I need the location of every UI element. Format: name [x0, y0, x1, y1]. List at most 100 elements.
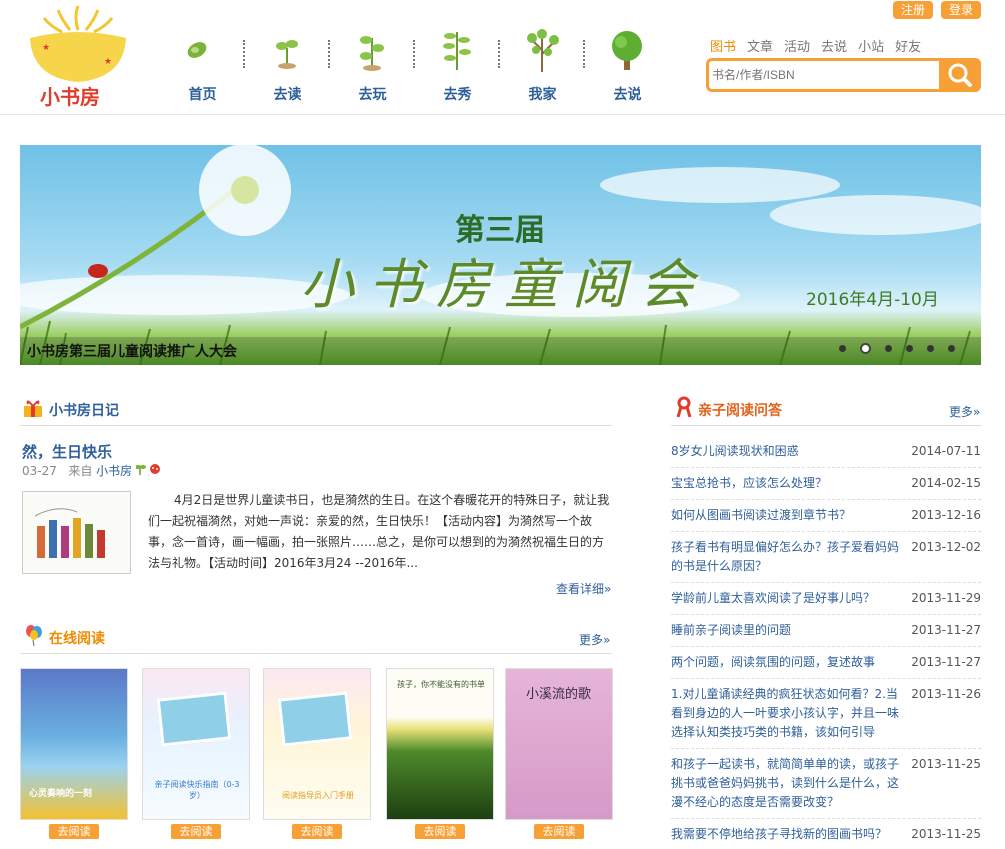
login-button[interactable]: 登录	[940, 1, 981, 19]
book-cover[interactable]: 亲子阅读快乐指南（0-3岁）	[142, 668, 250, 820]
qa-row: 和孩子一起读书，就简简单单的读，或孩子挑书或爸爸妈妈挑书，读到什么是什么，这漫不…	[671, 749, 981, 819]
carousel-dot[interactable]	[906, 345, 913, 352]
sprout-icon	[276, 40, 298, 69]
book-item[interactable]: 心灵奏响的一刻 去阅读	[20, 668, 128, 839]
qa-more-link[interactable]: 更多»	[949, 403, 980, 420]
nav-talk[interactable]: 去说	[585, 28, 670, 104]
seedling-icon	[360, 36, 384, 71]
search-button[interactable]	[939, 58, 981, 92]
diary-author[interactable]: 小书房	[96, 464, 132, 478]
qa-question[interactable]: 两个问题，阅读氛围的问题，复述故事	[671, 653, 909, 672]
banner-date: 2016年4月-10月	[806, 290, 939, 310]
account-buttons: 注册 登录	[892, 1, 981, 19]
diary-date: 03-27	[22, 464, 57, 478]
nav-read[interactable]: 去读	[245, 28, 330, 104]
qa-row: 8岁女儿阅读现状和困惑 2014-07-11	[671, 436, 981, 468]
qa-row: 孩子看书有明显偏好怎么办？孩子爱看妈妈的书是什么原因？ 2013-12-02	[671, 532, 981, 583]
qa-date: 2013-12-02	[911, 540, 981, 554]
nav-talk-label: 去说	[613, 87, 642, 103]
qa-row: 如何从图画书阅读过渡到章节书？ 2013-12-16	[671, 500, 981, 532]
search-tab-stations[interactable]: 小站	[858, 36, 884, 55]
carousel-dot[interactable]	[860, 343, 871, 354]
qa-question[interactable]: 1.对儿童诵读经典的疯狂状态如何看？2.当看到身边的人一叶要求小孩认字，并且一味…	[671, 685, 909, 742]
nav-show[interactable]: 去秀	[415, 28, 500, 104]
carousel-dots	[839, 343, 955, 354]
read-button[interactable]: 去阅读	[171, 824, 221, 839]
book-item[interactable]: 阅读指导员入门手册 去阅读	[263, 668, 371, 839]
qa-row: 两个问题，阅读氛围的问题，复述故事 2013-11-27	[671, 647, 981, 679]
plant-icon	[443, 32, 471, 70]
book-cover[interactable]: 心灵奏响的一刻	[20, 668, 128, 820]
sprout-badge-icon	[135, 464, 161, 475]
qa-date: 2013-11-25	[911, 757, 981, 771]
qa-date: 2013-11-25	[911, 827, 981, 841]
qa-date: 2013-12-16	[911, 508, 981, 522]
qa-date: 2014-07-11	[911, 444, 981, 458]
carousel-dot[interactable]	[839, 345, 846, 352]
ribbon-icon	[676, 396, 692, 418]
qa-date: 2013-11-27	[911, 623, 981, 637]
book-cover-title: 孩子，你不能没有的书单	[397, 680, 485, 689]
nav-play[interactable]: 去玩	[330, 28, 415, 104]
qa-row: 宝宝总抢书，应该怎么处理？ 2014-02-15	[671, 468, 981, 500]
search-tab-books[interactable]: 图书	[710, 36, 736, 66]
drawing-image	[34, 508, 105, 558]
book-item[interactable]: 孩子，你不能没有的书单 去阅读	[386, 668, 494, 839]
nav-home-label: 首页	[188, 87, 217, 103]
read-button[interactable]: 去阅读	[415, 824, 465, 839]
search-tab-activities[interactable]: 活动	[784, 36, 810, 55]
banner-caption-text[interactable]: 小书房第三届儿童阅读推广人大会	[27, 341, 237, 361]
balloon-icon	[26, 625, 42, 646]
book-item[interactable]: 小溪流的歌 去阅读	[505, 668, 613, 839]
site-logo[interactable]: ★ ★ 小书房	[26, 4, 130, 108]
book-cover-title: 心灵奏响的一刻	[29, 789, 93, 799]
qa-question[interactable]: 孩子看书有明显偏好怎么办？孩子爱看妈妈的书是什么原因？	[671, 538, 909, 576]
qa-question[interactable]: 8岁女儿阅读现状和困惑	[671, 442, 909, 461]
qa-row: 1.对儿童诵读经典的疯狂状态如何看？2.当看到身边的人一叶要求小孩认字，并且一味…	[671, 679, 981, 749]
diary-post-title[interactable]: 然，生日快乐	[22, 441, 112, 462]
search-tab-friends[interactable]: 好友	[895, 36, 921, 55]
nav-my-home-label: 我家	[528, 87, 557, 103]
diary-thumbnail[interactable]	[22, 491, 131, 574]
site-header: ★ ★ 小书房 首页 去读 去玩 去秀 我家 去说 注册 登录 图书 文章 活动…	[0, 0, 1005, 115]
register-button[interactable]: 注册	[892, 1, 933, 19]
read-button[interactable]: 去阅读	[49, 824, 99, 839]
book-cover[interactable]: 阅读指导员入门手册	[263, 668, 371, 820]
read-button[interactable]: 去阅读	[534, 824, 584, 839]
search-icon	[948, 63, 972, 87]
qa-row: 我需要不停地给孩子寻找新的图画书吗？ 2013-11-25	[671, 819, 981, 849]
qa-question[interactable]: 我需要不停地给孩子寻找新的图画书吗？	[671, 825, 909, 844]
qa-question[interactable]: 如何从图画书阅读过渡到章节书？	[671, 506, 909, 525]
book-cover[interactable]: 小溪流的歌	[505, 668, 613, 820]
online-more-link[interactable]: 更多»	[579, 631, 610, 648]
book-cover[interactable]: 孩子，你不能没有的书单	[386, 668, 494, 820]
carousel-dot[interactable]	[948, 345, 955, 352]
nav-home[interactable]: 首页	[160, 28, 245, 104]
qa-question[interactable]: 和孩子一起读书，就简简单单的读，或孩子挑书或爸爸妈妈挑书，读到什么是什么，这漫不…	[671, 755, 909, 812]
qa-question[interactable]: 学龄前儿童太喜欢阅读了是好事儿吗？	[671, 589, 909, 608]
search-input[interactable]	[712, 63, 938, 87]
search-tab-articles[interactable]: 文章	[747, 36, 773, 55]
divider	[20, 653, 612, 654]
view-detail-link[interactable]: 查看详细»	[556, 580, 611, 597]
book-item[interactable]: 亲子阅读快乐指南（0-3岁） 去阅读	[142, 668, 250, 839]
qa-question[interactable]: 宝宝总抢书，应该怎么处理？	[671, 474, 909, 493]
carousel-dot[interactable]	[885, 345, 892, 352]
search-tab-talk[interactable]: 去说	[821, 36, 847, 55]
carousel-dot[interactable]	[927, 345, 934, 352]
qa-date: 2014-02-15	[911, 476, 981, 490]
qa-section-title: 亲子阅读问答	[698, 403, 782, 419]
nav-my-home[interactable]: 我家	[500, 28, 585, 104]
diary-excerpt: 4月2日是世界儿童读书日，也是漪然的生日。在这个春暖花开的特殊日子，就让我们一起…	[148, 493, 610, 570]
logo-text: 小书房	[40, 85, 100, 108]
online-section-title: 在线阅读	[49, 631, 105, 647]
search-box	[706, 58, 981, 92]
divider	[671, 425, 981, 426]
book-cover-title: 小溪流的歌	[526, 687, 592, 702]
book-cover-title: 阅读指导员入门手册	[282, 791, 354, 800]
qa-question[interactable]: 睡前亲子阅读里的问题	[671, 621, 909, 640]
read-button[interactable]: 去阅读	[292, 824, 342, 839]
hero-banner[interactable]: 第三届 小书房童阅会 2016年4月-10月 小书房第三届儿童阅读推广人大会	[20, 145, 981, 365]
diary-meta: 03-27 来自 小书房	[22, 462, 162, 479]
qa-list: 8岁女儿阅读现状和困惑 2014-07-11 宝宝总抢书，应该怎么处理？ 2014-…	[671, 436, 981, 849]
